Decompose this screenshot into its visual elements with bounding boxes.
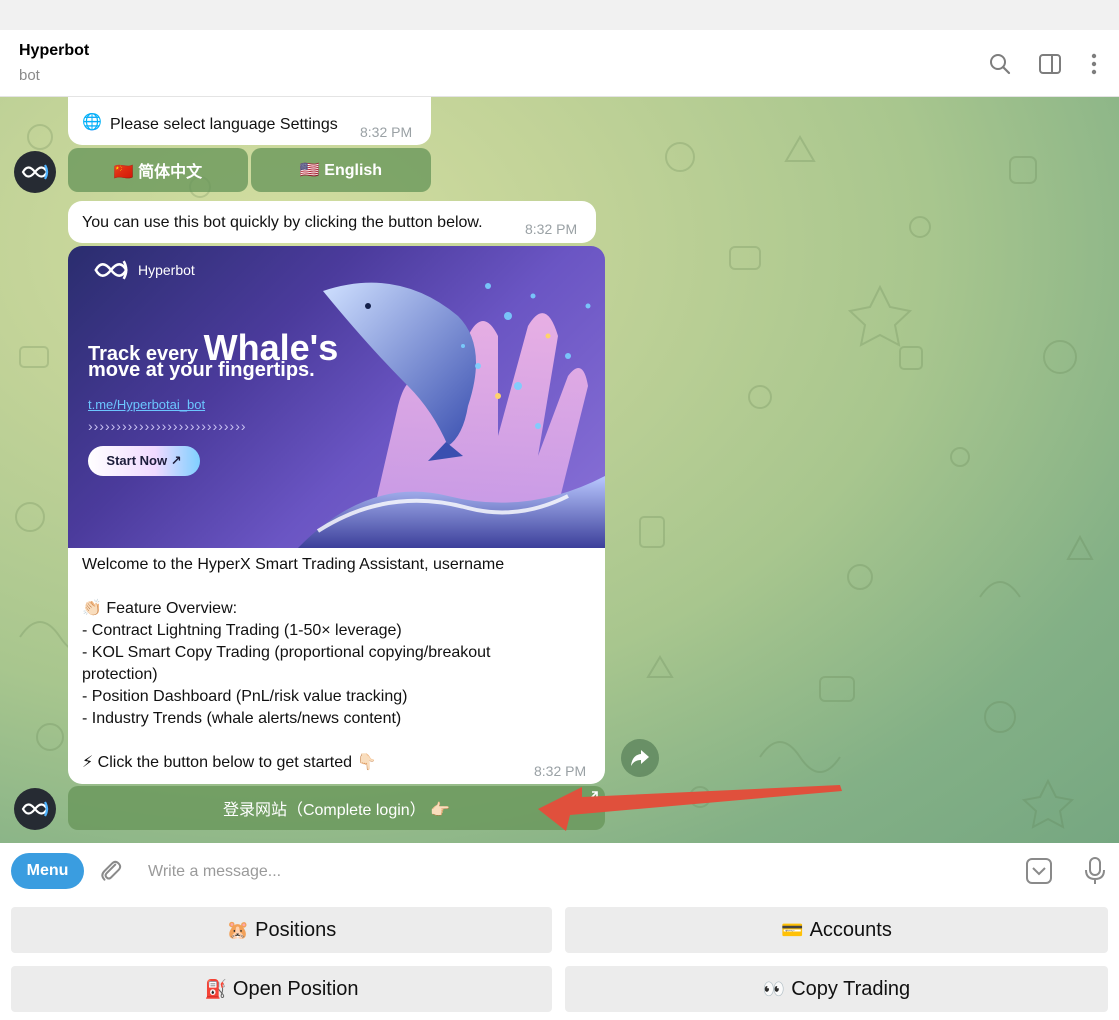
banner-line2: move at your fingertips. — [88, 359, 315, 381]
sidebar-toggle-icon[interactable] — [1038, 52, 1062, 76]
banner-arrows: ›››››››››››››››››››››››››››› — [88, 418, 247, 434]
credit-card-icon: 💳 — [781, 919, 804, 940]
get-started-line: ⚡ Click the button below to get started … — [82, 754, 377, 771]
chat-subtitle: bot — [19, 67, 40, 84]
feature-item: - Industry Trends (whale alerts/news con… — [82, 710, 402, 727]
hyperbot-logo-icon — [21, 164, 49, 180]
lang-button-english[interactable]: 🇺🇸 English — [251, 148, 431, 192]
attach-icon[interactable] — [98, 858, 124, 884]
feature-item: - KOL Smart Copy Trading (proportional c… — [82, 644, 491, 661]
chat-header: Hyperbot bot — [0, 30, 1119, 97]
quick-use-bubble: You can use this bot quickly by clicking… — [68, 201, 596, 243]
feature-item: - Position Dashboard (PnL/risk value tra… — [82, 688, 408, 705]
welcome-line: Welcome to the HyperX Smart Trading Assi… — [82, 556, 505, 573]
keyboard-button-label: Accounts — [809, 918, 892, 941]
fuel-pump-icon: ⛽ — [204, 978, 227, 999]
forward-icon[interactable] — [621, 739, 659, 777]
banner-start-now-button[interactable]: Start Now ↗ — [88, 446, 200, 476]
eyes-icon: 👀 — [762, 978, 786, 999]
keyboard-button-label: Open Position — [232, 977, 359, 1000]
message-time: 8:32 PM — [525, 221, 578, 237]
globe-icon: 🌐 — [82, 114, 102, 131]
banner-logo-icon — [94, 260, 128, 280]
lang-button-chinese[interactable]: 🇨🇳 简体中文 — [68, 148, 248, 192]
keyboard-button-label: Positions — [255, 918, 337, 941]
quick-use-text: You can use this bot quickly by clicking… — [82, 214, 483, 231]
external-link-icon — [589, 791, 598, 800]
language-prompt-text: Please select language Settings — [110, 116, 338, 133]
complete-login-button[interactable]: 登录网站（Complete login） 👉🏻 — [68, 786, 605, 830]
bot-avatar[interactable] — [14, 151, 56, 193]
bot-keyboard-toggle-icon[interactable] — [1025, 857, 1053, 885]
microphone-icon[interactable] — [1083, 856, 1107, 886]
keyboard-button-accounts[interactable]: 💳 Accounts — [565, 907, 1108, 953]
keyboard-button-copy-trading[interactable]: 👀 Copy Trading — [565, 966, 1108, 1012]
promo-banner-image[interactable]: Hyperbot Track every Whale's move at you… — [68, 246, 605, 548]
feature-item: - Contract Lightning Trading (1-50× leve… — [82, 622, 402, 639]
search-icon[interactable] — [988, 52, 1012, 76]
message-composer: Menu — [0, 843, 1119, 899]
more-options-icon[interactable] — [1082, 52, 1106, 76]
feature-overview-title: 👏🏻 Feature Overview: — [82, 600, 238, 617]
hyperbot-logo-icon — [21, 801, 49, 817]
message-input[interactable] — [146, 857, 1000, 887]
feature-item: protection) — [82, 666, 158, 683]
chat-title[interactable]: Hyperbot — [19, 42, 89, 60]
message-time: 8:32 PM — [360, 124, 413, 140]
banner-link[interactable]: t.me/Hyperbotai_bot — [88, 397, 205, 412]
keyboard-button-open-position[interactable]: ⛽ Open Position — [11, 966, 552, 1012]
chat-area[interactable]: 🌐 Please select language Settings 8:32 P… — [0, 97, 1119, 843]
complete-login-label: 登录网站（Complete login） 👉🏻 — [222, 802, 451, 819]
bot-reply-keyboard: 🐹 Positions 💳 Accounts ⛽ Open Position 👀… — [0, 899, 1119, 1020]
keyboard-button-positions[interactable]: 🐹 Positions — [11, 907, 552, 953]
message-time: 8:32 PM — [534, 763, 587, 779]
hamster-icon: 🐹 — [226, 919, 250, 940]
menu-button[interactable]: Menu — [11, 853, 84, 889]
language-prompt-bubble: 🌐 Please select language Settings 8:32 P… — [68, 97, 431, 145]
window-top-strip — [0, 0, 1119, 30]
welcome-message-bubble: Welcome to the HyperX Smart Trading Assi… — [68, 548, 605, 784]
bot-avatar[interactable] — [14, 788, 56, 830]
banner-brand: Hyperbot — [138, 262, 195, 278]
keyboard-button-label: Copy Trading — [791, 977, 911, 1000]
